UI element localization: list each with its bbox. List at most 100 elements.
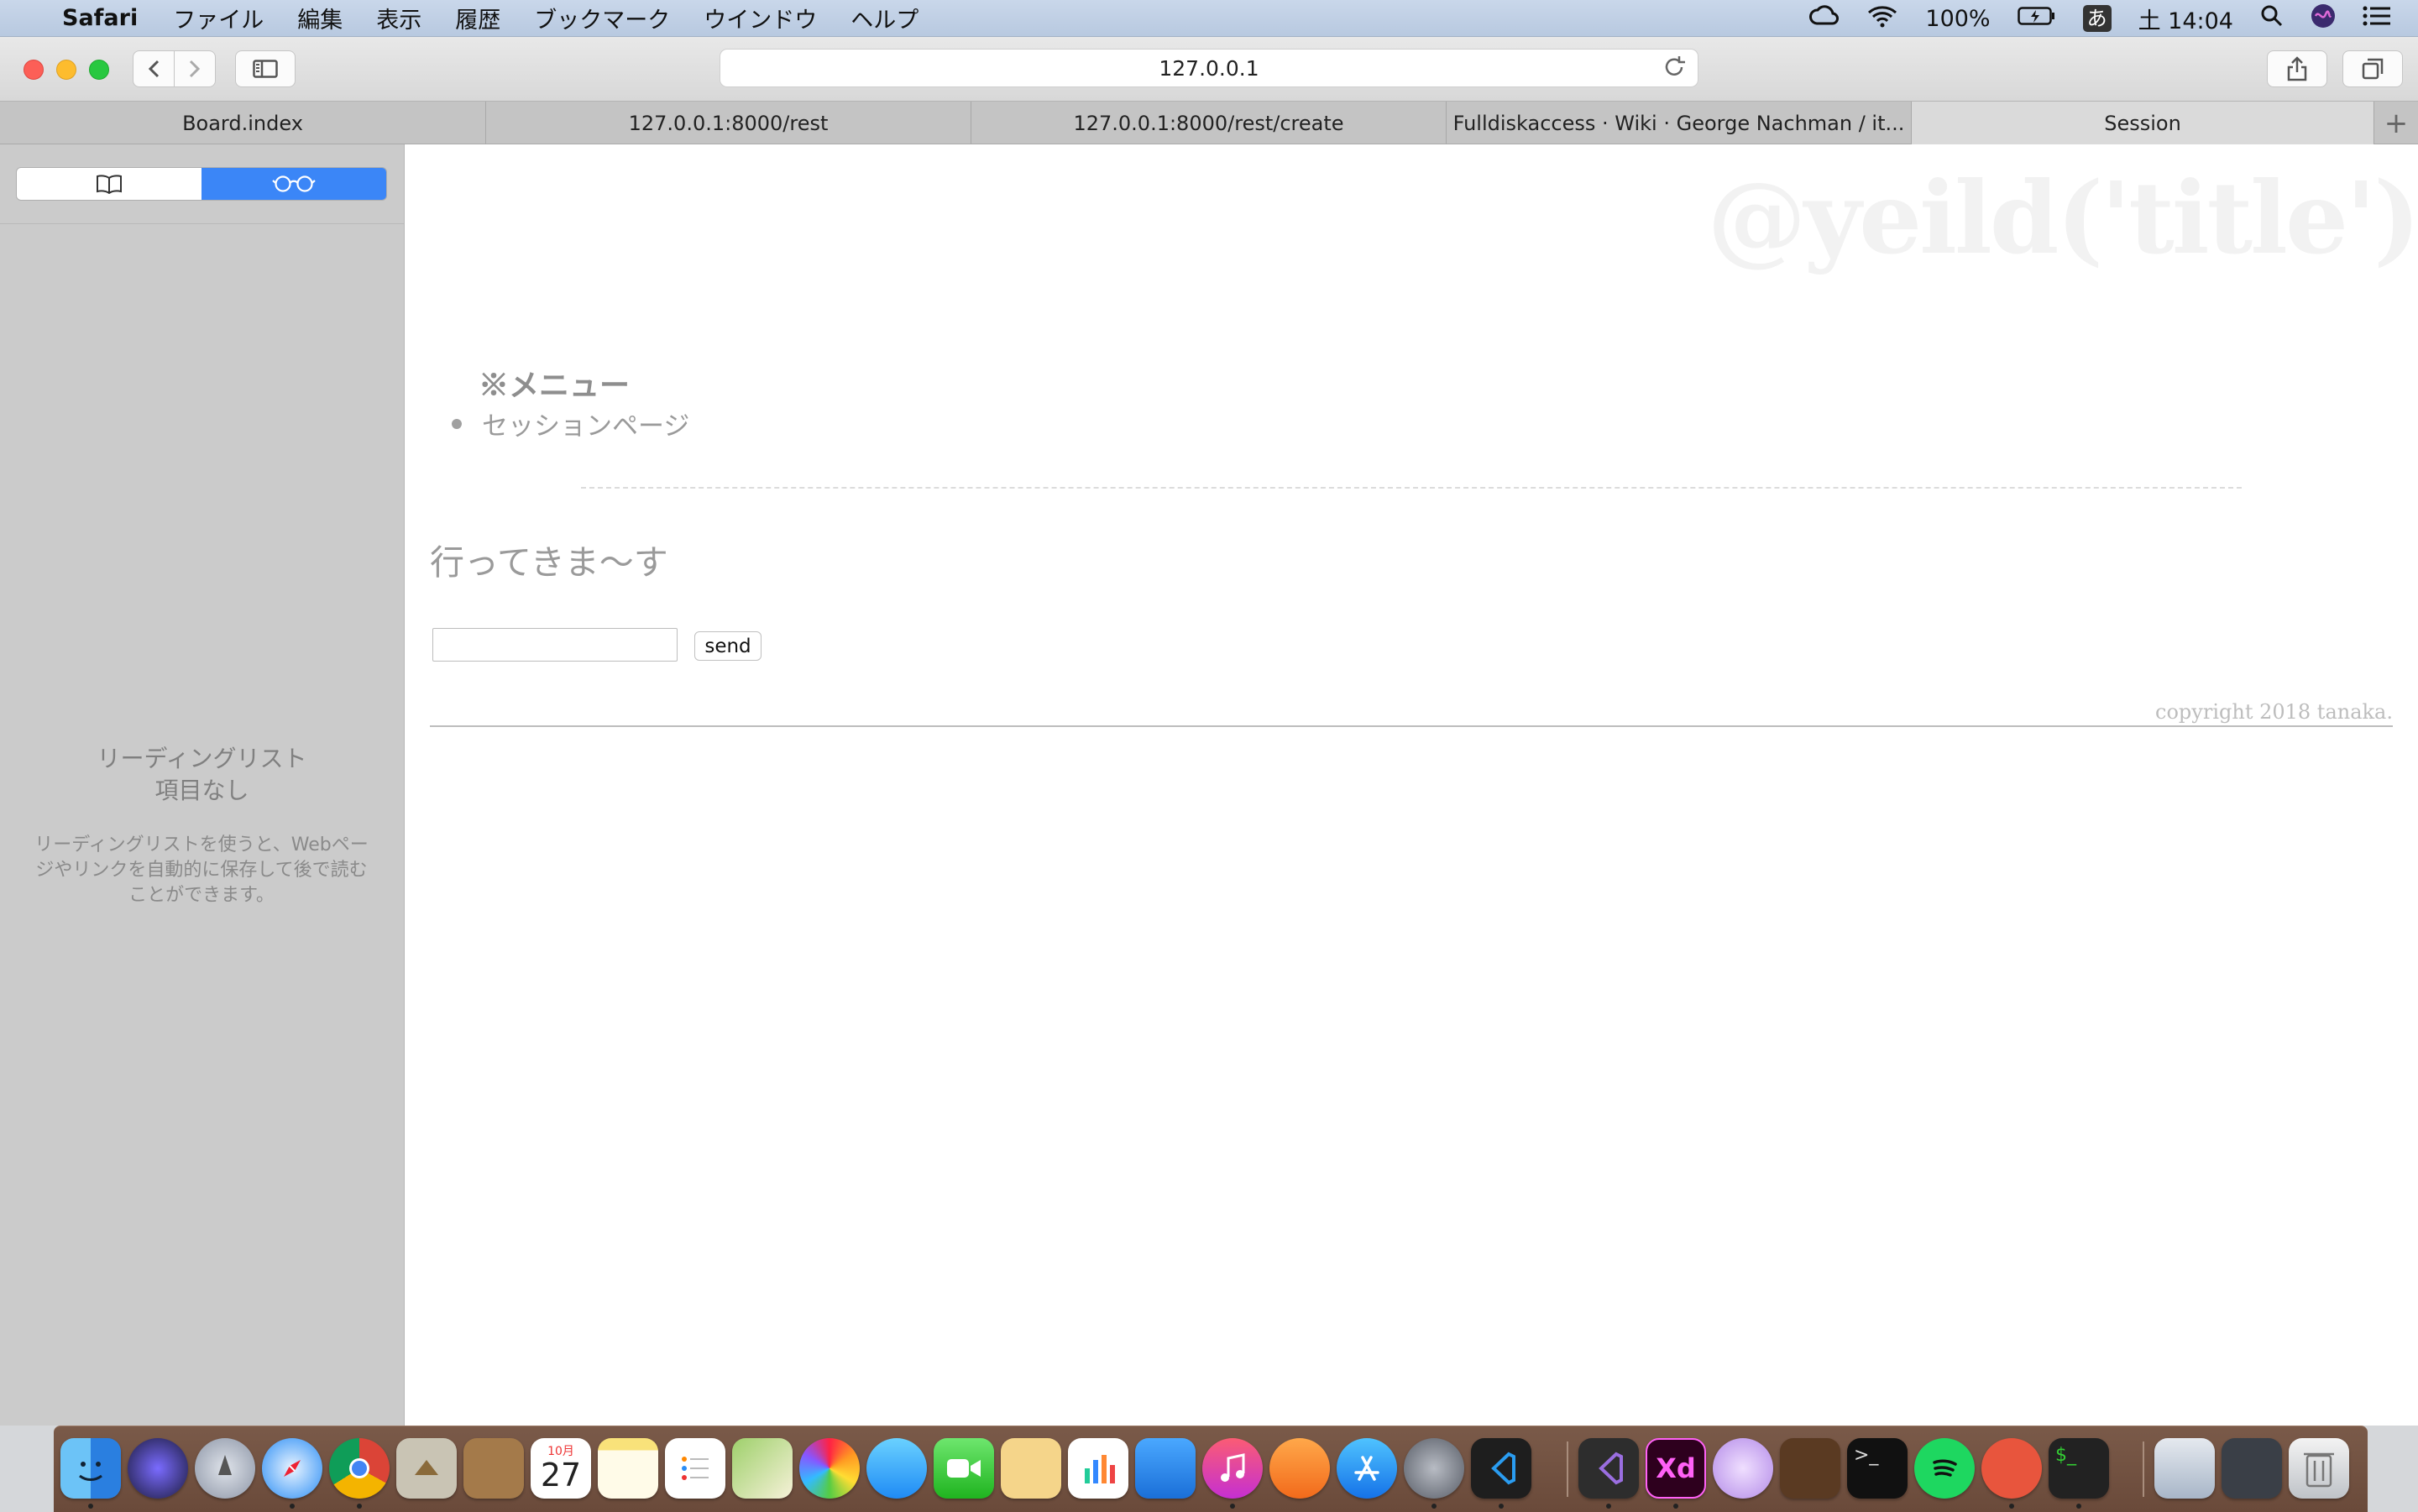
menu-edit[interactable]: 編集 — [280, 2, 359, 34]
spotlight-search-icon[interactable] — [2260, 4, 2284, 34]
itunes-icon[interactable] — [1202, 1438, 1263, 1499]
iterm-icon[interactable]: $_ — [2049, 1438, 2109, 1499]
tab-fulldiskaccess-wiki[interactable]: Fulldiskaccess · Wiki · George Nachman /… — [1447, 102, 1912, 144]
clock[interactable]: 土 14:04 — [2138, 3, 2233, 35]
pages-icon[interactable] — [1001, 1438, 1061, 1499]
keynote-icon[interactable] — [1135, 1438, 1196, 1499]
tab-label: 127.0.0.1:8000/rest — [628, 111, 829, 135]
bullet-icon — [452, 418, 462, 429]
messages-icon[interactable] — [866, 1438, 927, 1499]
creative-cloud-icon[interactable] — [1809, 4, 1840, 33]
vscode-icon[interactable] — [1471, 1438, 1531, 1499]
menu-heading: ※メニュー — [479, 368, 631, 403]
battery-icon[interactable] — [2017, 6, 2056, 32]
menu-item-session-page[interactable]: セッションページ — [452, 405, 689, 442]
siri-icon[interactable] — [2311, 3, 2336, 34]
tab-rest[interactable]: 127.0.0.1:8000/rest — [486, 102, 971, 144]
running-indicator — [1606, 1504, 1611, 1509]
message-input[interactable] — [432, 628, 678, 662]
notes-icon[interactable] — [598, 1438, 658, 1499]
sidebar-segmented-control — [16, 167, 387, 201]
close-window-button[interactable] — [24, 60, 44, 80]
sidebar-divider — [0, 223, 404, 224]
send-button[interactable]: send — [694, 631, 762, 661]
polygon-app-icon[interactable] — [1713, 1438, 1773, 1499]
sidebar: リーディングリスト 項目なし リーディングリストを使うと、Webページやリンクを… — [0, 144, 405, 1426]
running-indicator — [2009, 1504, 2014, 1509]
menu-app-name[interactable]: Safari — [54, 5, 156, 31]
chevron-right-icon — [189, 60, 201, 78]
zoom-window-button[interactable] — [89, 60, 109, 80]
running-indicator — [1431, 1504, 1437, 1509]
address-bar[interactable]: 127.0.0.1 — [720, 49, 1698, 87]
finder-icon[interactable] — [60, 1438, 121, 1499]
downloads-folder-icon[interactable] — [2154, 1438, 2215, 1499]
terminal-icon[interactable]: >_ — [1847, 1438, 1908, 1499]
visual-studio-icon[interactable] — [1578, 1438, 1639, 1499]
running-indicator — [2076, 1504, 2081, 1509]
spotify-icon[interactable] — [1914, 1438, 1975, 1499]
tab-bar: Board.index 127.0.0.1:8000/rest 127.0.0.… — [0, 101, 2418, 144]
maps-icon[interactable] — [732, 1438, 793, 1499]
copyright-text: copyright 2018 tanaka. — [2155, 700, 2393, 724]
contacts-icon[interactable] — [463, 1438, 524, 1499]
menu-bookmarks[interactable]: ブックマーク — [517, 2, 687, 34]
reload-icon[interactable] — [1664, 55, 1686, 84]
screenshot-stack-icon[interactable] — [2222, 1438, 2282, 1499]
dashed-divider — [581, 487, 2242, 489]
running-indicator — [357, 1504, 362, 1509]
numbers-icon[interactable] — [1068, 1438, 1128, 1499]
running-indicator — [1673, 1504, 1678, 1509]
menu-history[interactable]: 履歴 — [438, 2, 517, 34]
reading-list-tab[interactable] — [202, 168, 386, 200]
reminders-icon[interactable] — [665, 1438, 725, 1499]
tab-label: Fulldiskaccess · Wiki · George Nachman /… — [1452, 111, 1905, 135]
input-method-badge[interactable]: あ — [2082, 5, 2112, 32]
wifi-icon[interactable] — [1866, 4, 1898, 34]
bookmarks-tab[interactable] — [17, 168, 202, 200]
notification-center-icon[interactable] — [2363, 5, 2391, 33]
share-icon — [2287, 56, 2307, 81]
adobe-xd-icon[interactable]: Xd — [1646, 1438, 1706, 1499]
tab-rest-create[interactable]: 127.0.0.1:8000/rest/create — [971, 102, 1447, 144]
menu-item-label: セッションページ — [482, 411, 690, 442]
new-tab-button[interactable]: + — [2374, 102, 2418, 144]
keyboard-app-icon[interactable] — [1981, 1438, 2042, 1499]
menu-file[interactable]: ファイル — [156, 2, 280, 34]
xd-label: Xd — [1656, 1452, 1696, 1484]
calendar-icon[interactable]: 10月 27 — [531, 1438, 591, 1499]
glasses-icon — [272, 175, 316, 192]
garageband-icon[interactable] — [1780, 1438, 1840, 1499]
forward-button[interactable] — [174, 50, 216, 87]
minimize-window-button[interactable] — [56, 60, 76, 80]
running-indicator — [290, 1504, 295, 1509]
mail-stamp-icon[interactable] — [396, 1438, 457, 1499]
app-store-icon[interactable] — [1337, 1438, 1397, 1499]
chrome-icon[interactable] — [329, 1438, 390, 1499]
safari-app-icon[interactable] — [262, 1438, 322, 1499]
menu-view[interactable]: 表示 — [359, 2, 438, 34]
reading-list-description: リーディングリストを使うと、Webページやリンクを自動的に保存して後で読むことが… — [34, 834, 369, 906]
photos-icon[interactable] — [799, 1438, 860, 1499]
system-preferences-icon[interactable] — [1404, 1438, 1464, 1499]
tab-session[interactable]: Session — [1912, 102, 2374, 144]
book-icon — [97, 175, 122, 194]
dock-separator — [1567, 1441, 1568, 1497]
sidebar-toggle-button[interactable] — [235, 50, 296, 87]
siri-app-icon[interactable] — [128, 1438, 188, 1499]
calendar-day: 27 — [540, 1457, 582, 1494]
tab-label: 127.0.0.1:8000/rest/create — [1073, 111, 1344, 135]
share-button[interactable] — [2267, 50, 2327, 87]
show-all-tabs-button[interactable] — [2342, 50, 2403, 87]
menu-help[interactable]: ヘルプ — [834, 2, 935, 34]
facetime-icon[interactable] — [934, 1438, 994, 1499]
books-icon[interactable] — [1269, 1438, 1330, 1499]
back-button[interactable] — [133, 50, 175, 87]
menu-window[interactable]: ウインドウ — [687, 2, 834, 34]
menu-bar: Safari ファイル 編集 表示 履歴 ブックマーク ウインドウ ヘルプ 10… — [0, 0, 2418, 37]
trash-icon[interactable] — [2289, 1438, 2349, 1499]
running-indicator — [1230, 1504, 1235, 1509]
launchpad-icon[interactable] — [195, 1438, 255, 1499]
tab-board-index[interactable]: Board.index — [0, 102, 486, 144]
running-indicator — [88, 1504, 93, 1509]
